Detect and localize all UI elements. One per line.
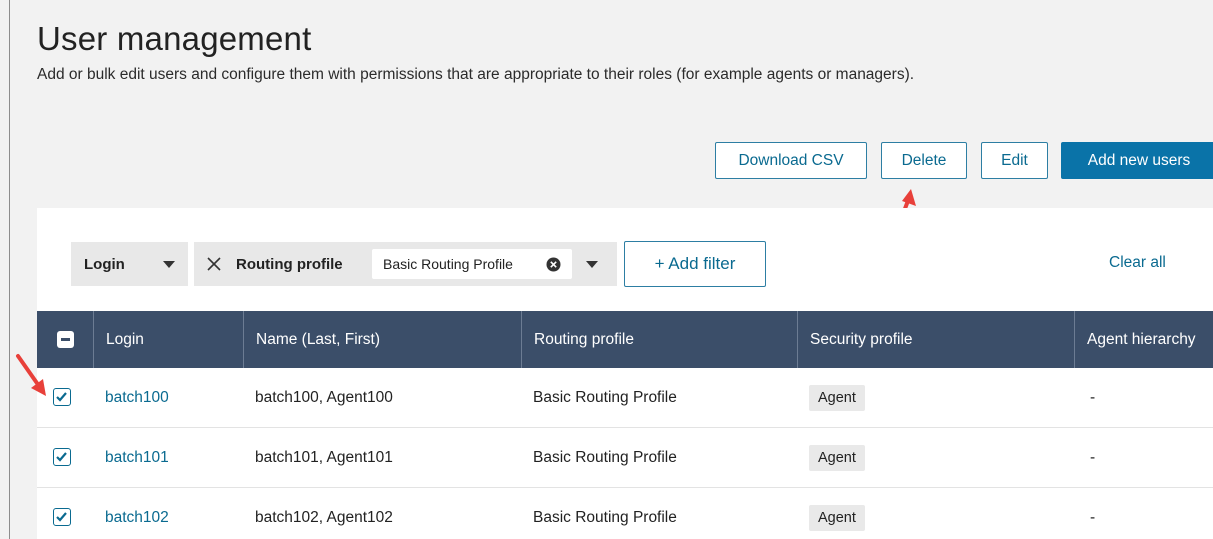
name-cell: batch100, Agent100: [255, 389, 393, 406]
annotation-arrow-checkbox: [16, 354, 46, 396]
column-header-name[interactable]: Name (Last, First): [243, 311, 521, 368]
routing-filter-label: Routing profile: [236, 255, 343, 273]
chevron-down-icon: [163, 261, 175, 268]
agent-hierarchy-cell: -: [1090, 389, 1096, 406]
security-profile-badge: Agent: [809, 385, 865, 411]
page-title: User management: [37, 20, 312, 57]
login-filter-label: Login: [84, 255, 125, 273]
row-checkbox[interactable]: [53, 448, 71, 466]
delete-button[interactable]: Delete: [881, 142, 967, 179]
row-checkbox[interactable]: [53, 388, 71, 406]
table-row: batch102 batch102, Agent102 Basic Routin…: [37, 488, 1213, 539]
routing-profile-cell: Basic Routing Profile: [533, 449, 677, 466]
users-panel: Login Routing profile Basic Routing Prof…: [37, 208, 1213, 539]
agent-hierarchy-cell: -: [1090, 509, 1096, 526]
login-filter-select[interactable]: Login: [71, 242, 188, 286]
login-link[interactable]: batch100: [105, 368, 169, 428]
name-cell: batch102, Agent102: [255, 509, 393, 526]
column-header-routing-profile[interactable]: Routing profile: [521, 311, 797, 368]
chevron-down-icon[interactable]: [586, 261, 598, 268]
column-header-agent-hierarchy[interactable]: Agent hierarchy: [1074, 311, 1213, 368]
agent-hierarchy-cell: -: [1090, 449, 1096, 466]
clear-all-link[interactable]: Clear all: [1109, 254, 1166, 272]
routing-profile-cell: Basic Routing Profile: [533, 389, 677, 406]
column-header-security-profile[interactable]: Security profile: [797, 311, 1074, 368]
checkmark-icon: [56, 452, 67, 462]
add-filter-button[interactable]: + Add filter: [624, 241, 766, 287]
left-border: [9, 0, 10, 539]
column-header-login[interactable]: Login: [93, 311, 243, 368]
table-row: batch101 batch101, Agent101 Basic Routin…: [37, 428, 1213, 488]
name-cell: batch101, Agent101: [255, 449, 393, 466]
login-link[interactable]: batch101: [105, 428, 169, 488]
page-description: Add or bulk edit users and configure the…: [37, 66, 915, 83]
routing-profile-cell: Basic Routing Profile: [533, 509, 677, 526]
download-csv-button[interactable]: Download CSV: [715, 142, 867, 179]
checkmark-icon: [56, 512, 67, 522]
row-checkbox[interactable]: [53, 508, 71, 526]
security-profile-badge: Agent: [809, 505, 865, 531]
routing-filter-value: Basic Routing Profile: [383, 256, 513, 272]
routing-profile-filter: Routing profile Basic Routing Profile: [194, 242, 617, 286]
indeterminate-checkbox-icon: [56, 331, 74, 348]
remove-filter-icon[interactable]: [206, 256, 222, 272]
routing-filter-value-chip: Basic Routing Profile: [372, 249, 572, 279]
edit-button[interactable]: Edit: [981, 142, 1048, 179]
clear-value-icon[interactable]: [546, 257, 561, 272]
add-new-users-button[interactable]: Add new users: [1061, 142, 1213, 179]
security-profile-badge: Agent: [809, 445, 865, 471]
table-header: Login Name (Last, First) Routing profile…: [37, 311, 1213, 368]
table-row: batch100 batch100, Agent100 Basic Routin…: [37, 368, 1213, 428]
checkmark-icon: [56, 392, 67, 402]
login-link[interactable]: batch102: [105, 488, 169, 539]
